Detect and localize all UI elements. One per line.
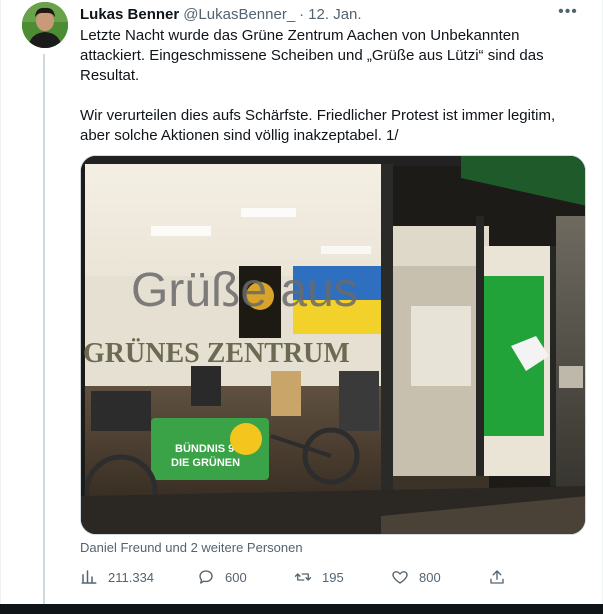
liked-by[interactable]: Daniel Freund und 2 weitere Personen [80, 540, 303, 555]
tweet[interactable]: Lukas Benner @LukasBenner_ · 12. Jan. ••… [0, 0, 603, 604]
separator-dot: · [299, 5, 305, 23]
analytics-icon [81, 570, 97, 584]
more-icon: ••• [558, 3, 578, 20]
heart-icon [392, 571, 408, 584]
views-count: 211.334 [108, 569, 155, 585]
window-lettering: GRÜNES ZENTRUM [83, 338, 350, 369]
photo-scene: Grüße aus GRÜNES ZENTRUM BÜNDNIS 90 DIE … [81, 156, 585, 534]
more-options-button[interactable]: ••• [554, 0, 582, 24]
tweet-text-line: aber solche Aktionen sind völlig inakzep… [80, 127, 399, 144]
reply-icon [199, 570, 213, 584]
reply-count: 600 [225, 569, 247, 585]
tweet-text-line: Resultat. [80, 67, 140, 84]
bottom-bar [0, 604, 603, 614]
retweet-count: 195 [322, 569, 344, 585]
bike-banner-line2: DIE GRÜNEN [171, 456, 240, 469]
tweet-text-line: Wir verurteilen dies aufs Schärfste. Fri… [80, 107, 556, 124]
display-name[interactable]: Lukas Benner [80, 6, 179, 23]
share-icon [490, 570, 504, 584]
tweet-text-line: Letzte Nacht wurde das Grüne Zentrum Aac… [80, 27, 520, 44]
bike-banner-line1: BÜNDNIS 90 [175, 442, 240, 455]
tweet-text: Letzte Nacht wurde das Grüne Zentrum Aac… [80, 26, 580, 146]
thread-line [43, 54, 45, 604]
share-button[interactable] [488, 568, 516, 586]
views-button[interactable]: 211.334 [80, 568, 197, 586]
tweet-header: Lukas Benner @LukasBenner_ · 12. Jan. ••… [80, 3, 582, 24]
retweet-button[interactable]: 195 [294, 568, 391, 586]
retweet-icon [294, 573, 312, 581]
like-count: 800 [419, 569, 441, 585]
tweet-text-line: attackiert. Eingeschmissene Scheiben und… [80, 47, 544, 64]
reply-button[interactable]: 600 [197, 568, 294, 586]
graffiti-text: Grüße aus [131, 264, 358, 317]
tweet-date[interactable]: 12. Jan. [308, 6, 361, 23]
like-button[interactable]: 800 [391, 568, 488, 586]
tweet-photo[interactable]: Grüße aus GRÜNES ZENTRUM BÜNDNIS 90 DIE … [80, 155, 586, 535]
avatar-image [22, 2, 68, 48]
user-handle[interactable]: @LukasBenner_ [183, 6, 295, 23]
tweet-actions: 211.334 600 195 800 [80, 564, 520, 590]
avatar[interactable] [22, 2, 68, 48]
